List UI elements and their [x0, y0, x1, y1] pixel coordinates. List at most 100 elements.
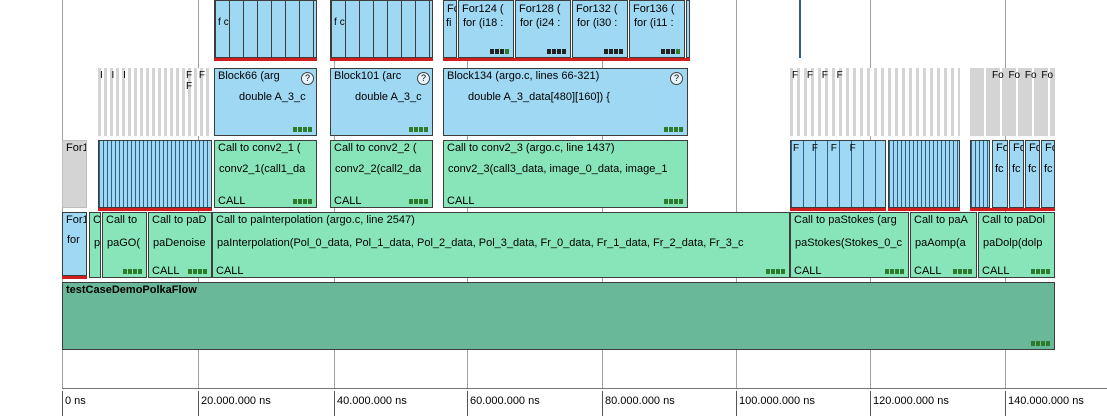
- block101[interactable]: Block101 (arc ? double A_3_c: [330, 68, 433, 136]
- block-code: fi: [446, 17, 452, 29]
- for1-loop-block[interactable]: For1 for: [62, 212, 87, 276]
- fo-loop-block[interactable]: Fo fc: [992, 140, 1008, 208]
- help-icon[interactable]: ?: [670, 72, 683, 85]
- block-label: Call to paDol: [982, 214, 1045, 226]
- block-code: fc: [995, 163, 1004, 175]
- block-code: double A_3_c: [355, 91, 422, 103]
- call-conv2-3-block[interactable]: Call to conv2_3 (argo.c, line 1437) conv…: [443, 140, 688, 208]
- block-label: For124 (: [462, 3, 504, 15]
- block-label: C: [93, 214, 101, 226]
- axis-tick-label: 80.000.000 ns: [602, 391, 675, 416]
- for-loop-group-2[interactable]: fc: [330, 0, 433, 58]
- f-loop-blocks-right[interactable]: F F F F: [790, 140, 886, 208]
- fo-loop-block[interactable]: Fo fc: [1009, 140, 1024, 208]
- fo-loop-block[interactable]: Fo fc: [1025, 140, 1040, 208]
- red-marker: [214, 58, 317, 61]
- block-label: Call to conv2_1 (: [218, 142, 301, 154]
- thin-loop-block[interactable]: [686, 0, 690, 58]
- red-marker: [790, 208, 886, 211]
- thin-loop-marker: [799, 0, 801, 58]
- axis-tick-label: 120.000.000 ns: [870, 391, 949, 416]
- block-label: Call to paA: [914, 214, 968, 226]
- axis-tick-label: 40.000.000 ns: [334, 391, 407, 416]
- block-code: fc: [1028, 163, 1037, 175]
- block-label: For128 (: [519, 3, 561, 15]
- block-label: Call to paStokes (arg: [794, 214, 897, 226]
- axis-tick-label: 140.000.000 ns: [1005, 391, 1084, 416]
- block-code: for (i18 :: [463, 17, 504, 29]
- block-code: paInterpolation(Pol_0_data, Pol_1_data, …: [217, 237, 744, 249]
- block-code: conv2_2(call2_da: [335, 163, 422, 175]
- axis-tick-label: 100.000.000 ns: [736, 391, 815, 416]
- for136-block[interactable]: For136 ( for (i11 :: [629, 0, 685, 58]
- block-label: For132 (: [576, 3, 618, 15]
- dense-loop-blocks-right[interactable]: [888, 140, 960, 208]
- block-label: Call to conv2_3 (argo.c, line 1437): [447, 142, 615, 154]
- call-conv2-1-block[interactable]: Call to conv2_1 ( conv2_1(call1_da CALL: [214, 140, 317, 208]
- call-pastokes-block[interactable]: Call to paStokes (arg paStokes(Stokes_0_…: [790, 212, 909, 278]
- block-label: Call to conv2_2 (: [334, 142, 417, 154]
- block134[interactable]: Block134 (argo.c, lines 66-321) ? double…: [443, 68, 688, 136]
- axis-tick-label: 20.000.000 ns: [198, 391, 271, 416]
- block-code: for (i11 :: [634, 17, 674, 29]
- gray-loop-region-right: F F F F: [790, 68, 960, 136]
- block-label: Block66 (arg: [218, 70, 280, 82]
- red-marker: [330, 58, 433, 61]
- call-block-c[interactable]: C p: [89, 212, 101, 278]
- block-code: double A_3_data[480][160]) {: [468, 91, 610, 103]
- for1-gray-block[interactable]: For1: [62, 140, 87, 208]
- block-label: Fc: [447, 3, 456, 15]
- block-code: fc: [218, 17, 232, 28]
- call-padolp-block[interactable]: Call to paDol paDolp(dolp CALL: [978, 212, 1055, 278]
- block-code: for: [67, 234, 80, 246]
- testcase-block[interactable]: testCaseDemoPolkaFlow: [62, 282, 1055, 350]
- for124-block[interactable]: For124 ( for (i18 :: [458, 0, 514, 58]
- call-painterpolation-block[interactable]: Call to paInterpolation (argo.c, line 25…: [212, 212, 790, 278]
- red-marker: [888, 208, 960, 211]
- block-code: for (i24 :: [520, 17, 561, 29]
- block-code: paStokes(Stokes_0_c: [795, 237, 903, 249]
- block-label: Fo: [996, 142, 1008, 154]
- call-padenoise-block[interactable]: Call to paD paDenoise CALL: [148, 212, 212, 278]
- axis-tick-label: 0 ns: [62, 391, 86, 416]
- block-label: Call to paD: [152, 214, 207, 226]
- block-call: CALL: [152, 265, 180, 277]
- block-label: F F F: [186, 70, 207, 92]
- block-label: F F F F: [792, 70, 846, 81]
- block-code: paDolp(dolp: [983, 237, 1043, 249]
- block-code: conv2_3(call3_data, image_0_data, image_…: [448, 163, 668, 175]
- block-call: CALL: [218, 195, 246, 207]
- axis-tick-label: 60.000.000 ns: [467, 391, 540, 416]
- red-marker: [62, 276, 87, 279]
- block-label: Call to: [106, 214, 138, 226]
- timeline-canvas[interactable]: testCaseDemoPolkaFlow For1 for C p Call …: [0, 0, 1107, 416]
- gray-loop-region-fo: Fo Fo Fo Fo: [970, 68, 1055, 136]
- dense-loop-blocks[interactable]: [98, 140, 212, 208]
- call-paaomp-block[interactable]: Call to paA paAomp(a CALL: [910, 212, 977, 278]
- block-label: For1: [66, 142, 87, 154]
- for132-block[interactable]: For132 ( for (i30 :: [572, 0, 628, 58]
- red-marker: [443, 58, 690, 61]
- block66[interactable]: Block66 (arg ? double A_3_c: [214, 68, 317, 136]
- call-pago-block[interactable]: Call to paGO(: [102, 212, 147, 278]
- block-call: CALL: [216, 265, 244, 277]
- block-label: Block101 (arc: [334, 70, 402, 82]
- fc-loop-block[interactable]: Fc fi: [443, 0, 457, 58]
- fo-loop-block[interactable]: Fo fc: [1041, 140, 1055, 208]
- block-code: paGO(: [107, 237, 141, 249]
- help-icon[interactable]: ?: [417, 72, 430, 85]
- block-code: fc: [1012, 163, 1021, 175]
- help-icon[interactable]: ?: [301, 72, 314, 85]
- block-label: Call to paInterpolation (argo.c, line 25…: [216, 214, 415, 226]
- block-label: Fo: [1029, 142, 1039, 154]
- block-label: Fo: [1013, 142, 1023, 154]
- dense-loop-blocks-right-2[interactable]: [970, 140, 990, 208]
- block-label: F F F F: [793, 143, 861, 154]
- for128-block[interactable]: For128 ( for (i24 :: [515, 0, 571, 58]
- gray-loop-region-left: I I I F F F: [98, 68, 212, 136]
- block-call: CALL: [982, 265, 1010, 277]
- block-code: fc: [334, 17, 348, 28]
- call-conv2-2-block[interactable]: Call to conv2_2 ( conv2_2(call2_da CALL: [330, 140, 433, 208]
- block-call: CALL: [794, 265, 822, 277]
- for-loop-group-1[interactable]: fc: [214, 0, 317, 58]
